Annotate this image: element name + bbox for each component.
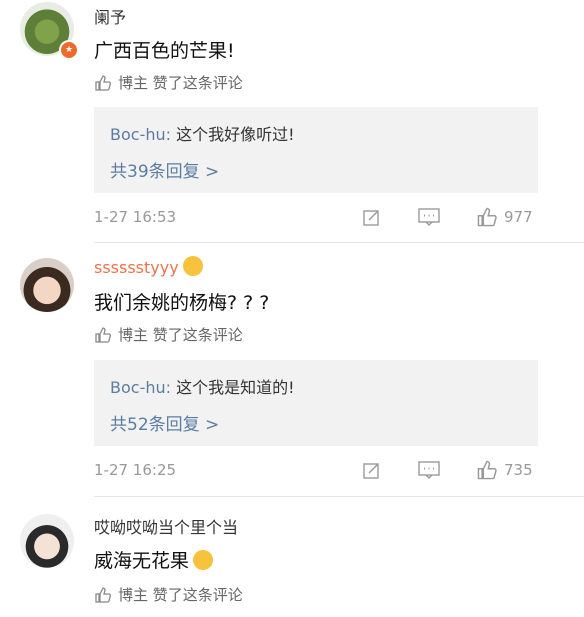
thumbs-up-icon: [95, 586, 111, 603]
thumbs-up-icon: [477, 460, 497, 480]
username[interactable]: 哎呦哎呦当个里个当: [94, 514, 238, 538]
avatar[interactable]: [20, 258, 74, 312]
reply-text: 这个我是知道的!: [176, 378, 295, 397]
comment-icon: [418, 461, 440, 479]
reply-text: 这个我好像听过!: [176, 125, 295, 144]
comment-footer: 1-27 16:25 735: [94, 459, 538, 483]
thumbs-up-icon: [477, 207, 497, 227]
like-button[interactable]: 735: [476, 459, 533, 481]
username[interactable]: sssssstyyy: [94, 256, 203, 277]
comment-text: 威海无花果: [94, 546, 214, 573]
divider: [94, 496, 584, 497]
comment-item: 哎呦哎呦当个里个当 威海无花果 博主 赞了这条评论: [0, 510, 584, 617]
author-liked-label: 博主 赞了这条评论: [94, 324, 243, 345]
reply-preview[interactable]: Boc-hu: 这个我好像听过! 共39条回复 >: [94, 107, 538, 193]
divider: [94, 242, 584, 243]
reply-preview[interactable]: Boc-hu: 这个我是知道的! 共52条回复 >: [94, 360, 538, 446]
reply-author[interactable]: Boc-hu:: [110, 125, 171, 144]
avatar[interactable]: [20, 514, 74, 568]
repost-icon: [363, 463, 379, 479]
username[interactable]: 阑予: [94, 4, 126, 28]
view-replies-link[interactable]: 共39条回复 >: [110, 157, 219, 182]
repost-button[interactable]: [362, 206, 382, 228]
comment-text: 我们余姚的杨梅? ? ?: [94, 292, 270, 314]
reply-line: Boc-hu: 这个我好像听过!: [110, 121, 295, 145]
comment-icon: [418, 208, 440, 226]
crown-emoji-icon: [182, 256, 203, 276]
comment-button[interactable]: [418, 459, 440, 481]
crying-emoji-icon: [193, 550, 214, 570]
author-liked-label: 博主 赞了这条评论: [94, 72, 243, 93]
repost-icon: [363, 210, 379, 226]
like-count: 735: [504, 461, 533, 479]
like-count: 977: [504, 208, 533, 226]
thumbs-up-icon: [95, 326, 111, 343]
comment-button[interactable]: [418, 206, 440, 228]
reply-line: Boc-hu: 这个我是知道的!: [110, 374, 295, 398]
timestamp: 1-27 16:53: [94, 208, 177, 226]
comment-footer: 1-27 16:53 977: [94, 206, 538, 230]
author-liked-label: 博主 赞了这条评论: [94, 584, 243, 605]
thumbs-up-icon: [95, 74, 111, 91]
comment-text: 广西百色的芒果!: [94, 40, 235, 62]
like-button[interactable]: 977: [476, 206, 533, 228]
verified-badge-icon: ★: [59, 40, 79, 60]
view-replies-link[interactable]: 共52条回复 >: [110, 410, 219, 435]
comment-item: sssssstyyy 我们余姚的杨梅? ? ? 博主 赞了这条评论 Boc-hu…: [0, 252, 584, 502]
timestamp: 1-27 16:25: [94, 461, 177, 479]
reply-author[interactable]: Boc-hu:: [110, 378, 171, 397]
comment-item: ★ 阑予 广西百色的芒果! 博主 赞了这条评论 Boc-hu: 这个我好像听过!…: [0, 0, 584, 243]
repost-button[interactable]: [362, 459, 382, 481]
